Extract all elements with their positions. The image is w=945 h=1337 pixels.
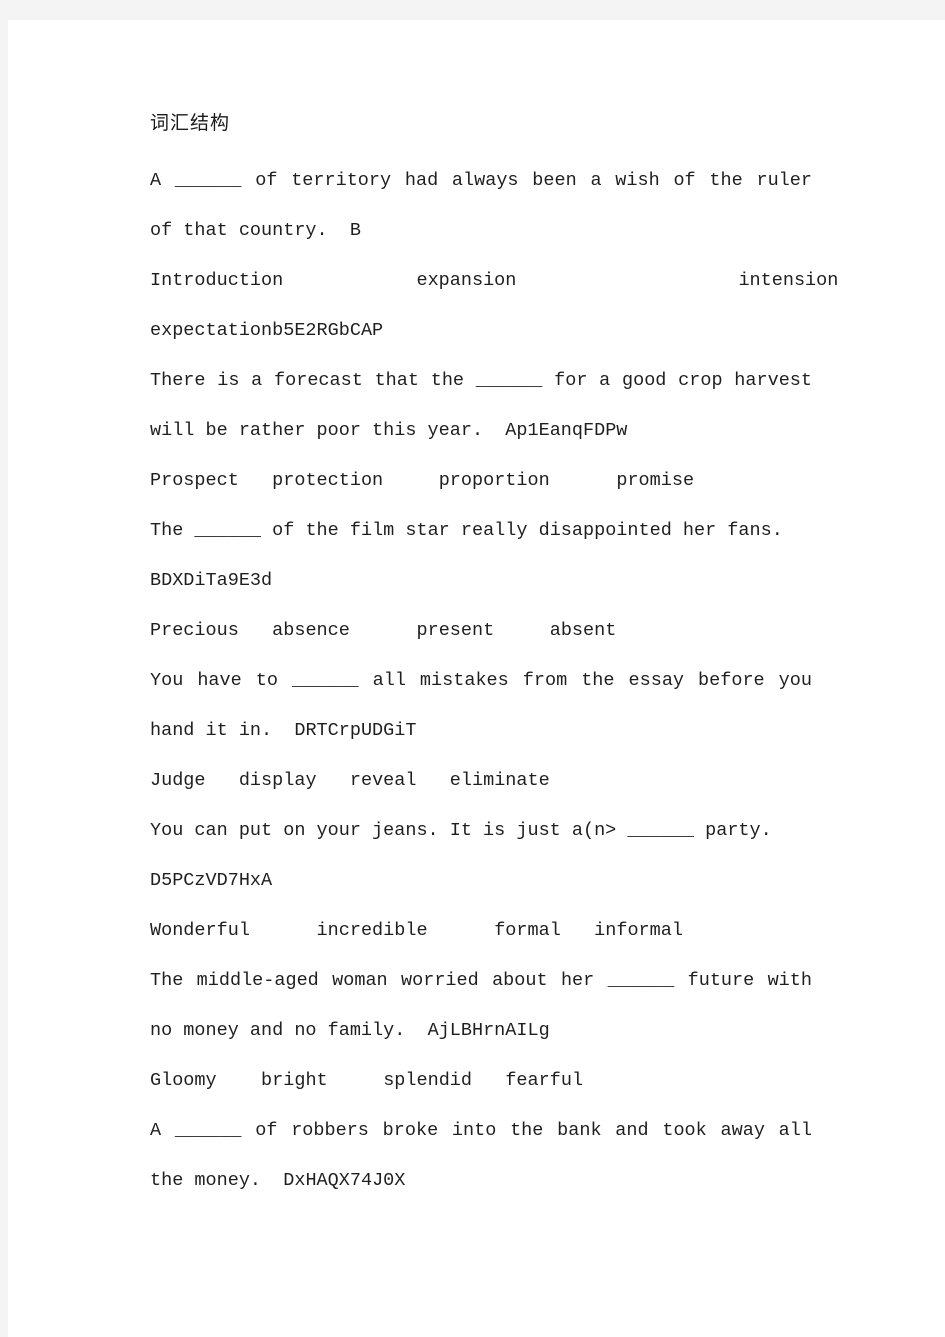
question-text-7-post: of robbers broke into the bank and took …: [150, 1120, 812, 1191]
answer-blank-5: ______: [627, 820, 695, 841]
option-5-d: informal: [594, 920, 683, 941]
option-3-b: absence: [272, 620, 350, 641]
option-3-c: present: [416, 620, 495, 641]
options-line-1-cont: expectationb5E2RGbCAP: [150, 306, 812, 356]
option-2-d: promise: [616, 470, 695, 491]
question-text-1-pre: A: [150, 170, 175, 191]
option-6-d: fearful: [505, 1070, 584, 1091]
option-2-b: protection: [272, 470, 384, 491]
watermark-line-5: D5PCzVD7HxA: [150, 856, 812, 906]
option-4-a: Judge: [150, 770, 206, 791]
option-3-a: Precious: [150, 620, 239, 641]
question-line-2: There is a forecast that the ______ for …: [150, 356, 812, 456]
question-line-5: You can put on your jeans. It is just a(…: [150, 806, 812, 856]
question-text-7-pre: A: [150, 1120, 175, 1141]
watermark-line-3: BDXDiTa9E3d: [150, 556, 812, 606]
options-line-4: Judge display reveal eliminate: [150, 756, 812, 806]
question-text-2-pre: There is a forecast that the: [150, 370, 476, 391]
question-text-3-post: of the film star really disappointed her…: [261, 520, 783, 541]
option-2-a: Prospect: [150, 470, 239, 491]
option-4-b: display: [238, 770, 317, 791]
options-line-6: Gloomy bright splendid fearful: [150, 1056, 812, 1106]
page-title: 词汇结构: [150, 112, 231, 134]
answer-blank-2: ______: [475, 370, 543, 391]
watermark-text-1b: b5E2RGbCAP: [272, 320, 384, 341]
watermark-6: [405, 1020, 427, 1041]
watermark-text-3: BDXDiTa9E3d: [150, 570, 273, 591]
question-line-6: The middle-aged woman worried about her …: [150, 956, 812, 1056]
answer-blank-1: ______: [174, 170, 242, 191]
watermark-text-4: DRTCrpUDGiT: [294, 720, 417, 741]
answer-blank-7: ______: [174, 1120, 242, 1141]
option-2-c: proportion: [438, 470, 550, 491]
option-3-d: absent: [549, 620, 617, 641]
watermark-2: [483, 420, 505, 441]
question-text-6-pre: The middle-aged woman worried about her: [150, 970, 608, 991]
answer-blank-4: ______: [291, 670, 359, 691]
question-text-5-post: party.: [694, 820, 772, 841]
watermark-text-2: Ap1EanqFDPw: [505, 420, 628, 441]
option-5-b: incredible: [316, 920, 428, 941]
question-text-3-pre: The: [150, 520, 195, 541]
watermark-text-6: AjLBHrnAILg: [427, 1020, 550, 1041]
answer-blank-6: ______: [607, 970, 675, 991]
answer-blank-3: ______: [194, 520, 262, 541]
option-6-b: bright: [261, 1070, 328, 1091]
question-line-3: The ______ of the film star really disap…: [150, 506, 812, 556]
option-1-a: Introduction: [150, 270, 284, 291]
option-6-c: splendid: [383, 1070, 473, 1091]
watermark-4: [272, 720, 294, 741]
option-4-c: reveal: [349, 770, 417, 791]
question-text-5-pre: You can put on your jeans. It is just a(…: [150, 820, 628, 841]
options-line-3: Precious absence present absent: [150, 606, 812, 656]
option-4-d: eliminate: [449, 770, 550, 791]
question-line-4: You have to ______ all mistakes from the…: [150, 656, 812, 756]
option-1-c: intension: [738, 270, 839, 291]
options-line-1: Introduction expansion intension: [150, 256, 838, 306]
options-line-2: Prospect protection proportion promise: [150, 456, 812, 506]
watermark-text-5: D5PCzVD7HxA: [150, 870, 273, 891]
question-text-1-post: of territory had always been a wish of t…: [150, 170, 812, 241]
watermark-1: [328, 220, 350, 241]
question-line-7: A ______ of robbers broke into the bank …: [150, 1106, 812, 1206]
option-1-b: expansion: [416, 270, 517, 291]
watermark-text-1: B: [349, 220, 361, 241]
document-page: 词汇结构 A ______ of territory had always be…: [8, 20, 945, 1337]
watermark-7: [261, 1170, 283, 1191]
option-6-a: Gloomy: [150, 1070, 217, 1091]
question-text-4-pre: You have to: [150, 670, 292, 691]
option-5-c: formal: [494, 920, 561, 941]
watermark-text-7: DxHAQX74J0X: [283, 1170, 406, 1191]
option-1-d: expectation: [150, 320, 273, 341]
document-content: 词汇结构 A ______ of territory had always be…: [150, 98, 838, 1206]
option-5-a: Wonderful: [150, 920, 250, 941]
question-line-1: A ______ of territory had always been a …: [150, 156, 812, 256]
options-line-5: Wonderful incredible formal informal: [150, 906, 812, 956]
